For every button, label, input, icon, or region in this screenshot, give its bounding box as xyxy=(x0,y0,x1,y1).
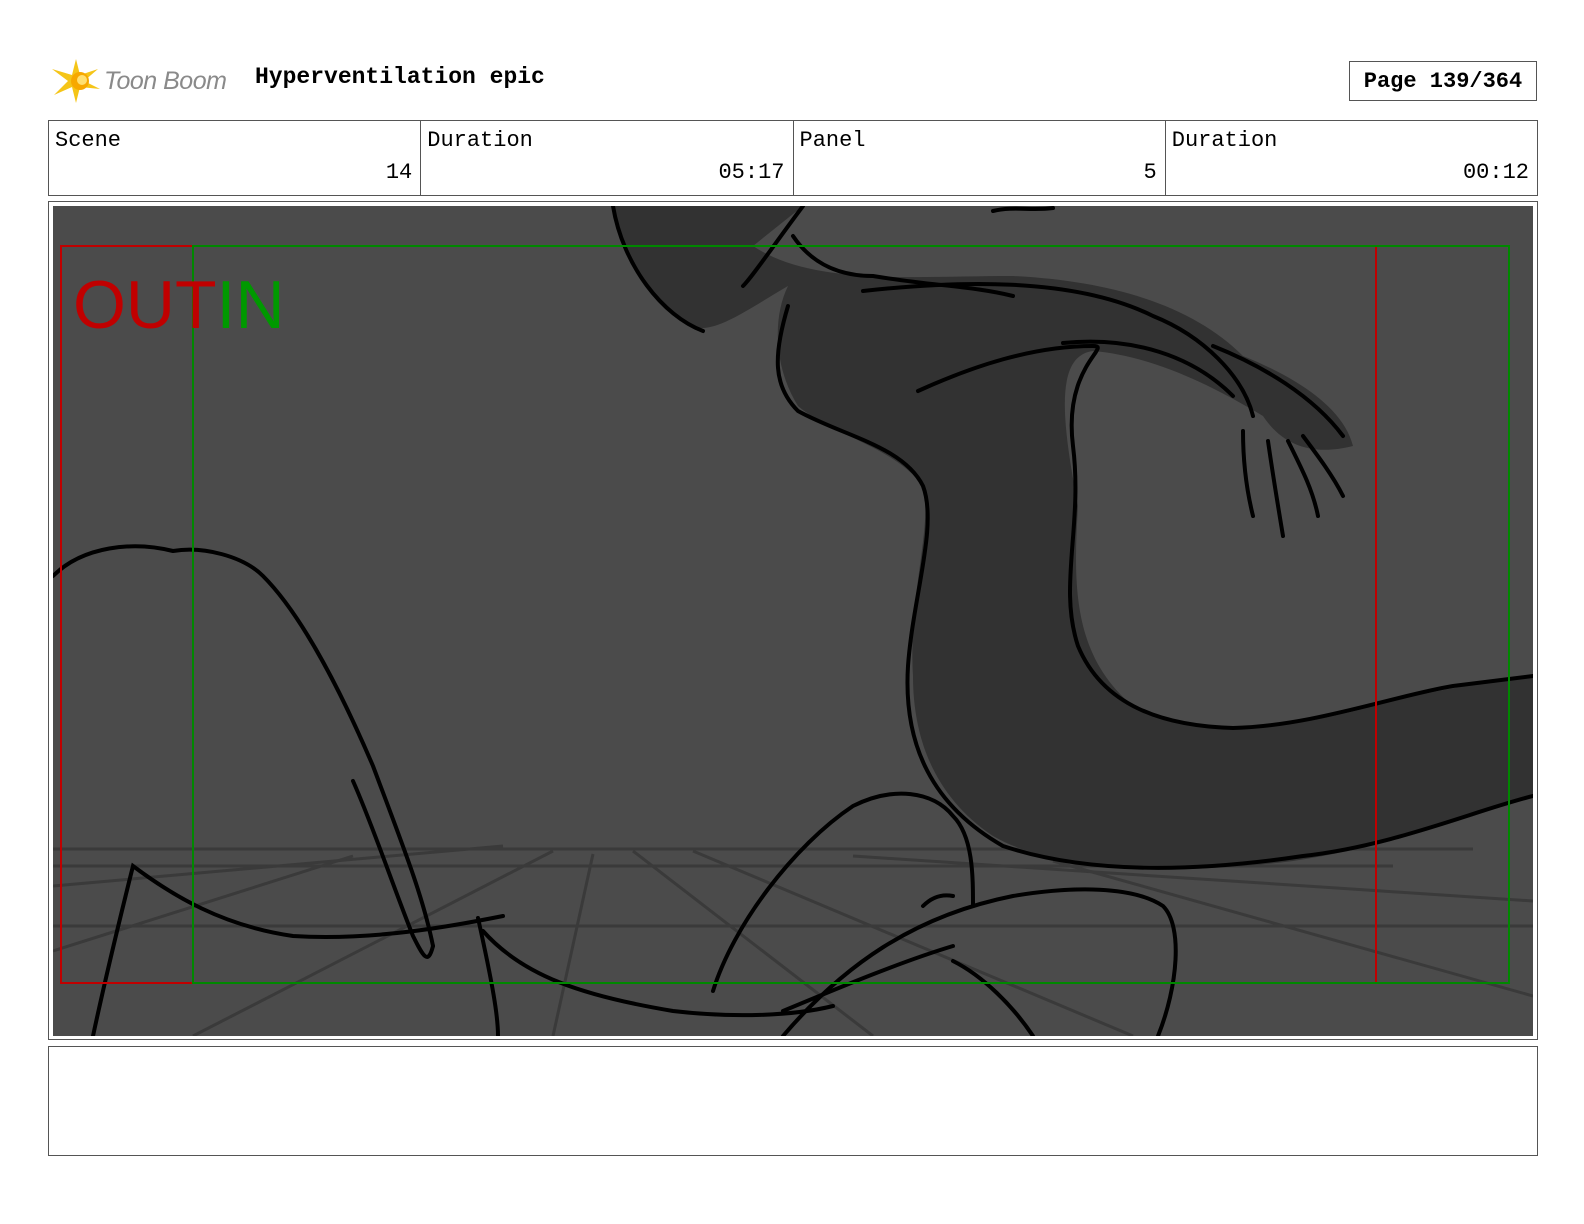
storyboard-panel-frame: OUTIN xyxy=(48,201,1538,1040)
panel-notes-box xyxy=(48,1046,1538,1156)
starburst-logo-icon xyxy=(52,59,100,103)
panel-duration-cell: Duration 00:12 xyxy=(1166,121,1537,195)
panel-sketch: OUTIN xyxy=(53,206,1533,1036)
out-label-text: OUT xyxy=(73,267,217,343)
panel-duration-label: Duration xyxy=(1171,128,1278,153)
scene-label: Scene xyxy=(55,128,122,153)
page-indicator: Page 139/364 xyxy=(1349,61,1537,101)
panel-cell: Panel 5 xyxy=(794,121,1166,195)
page-label: Page 139/364 xyxy=(1363,68,1523,94)
scene-duration-value: 05:17 xyxy=(718,160,785,185)
in-label-text: IN xyxy=(217,267,285,343)
logo-text: Toon Boom xyxy=(104,66,227,95)
panel-value: 5 xyxy=(1143,160,1157,185)
scene-duration-label: Duration xyxy=(427,128,533,153)
scene-value: 14 xyxy=(385,160,413,185)
panel-duration-value: 00:12 xyxy=(1462,160,1529,185)
scene-duration-cell: Duration 05:17 xyxy=(421,121,794,195)
toon-boom-logo: Toon Boom xyxy=(50,55,227,107)
scene-cell: Scene 14 xyxy=(49,121,422,195)
scene-info-table: Scene 14 Duration 05:17 Panel 5 Duration… xyxy=(48,120,1538,196)
left-figure-outline xyxy=(53,544,835,1036)
panel-label: Panel xyxy=(799,128,866,153)
out-label: OUTIN xyxy=(73,267,285,343)
document-title: Hyperventilation epic xyxy=(255,64,545,90)
storyboard-panel-image: OUTIN xyxy=(53,206,1533,1036)
